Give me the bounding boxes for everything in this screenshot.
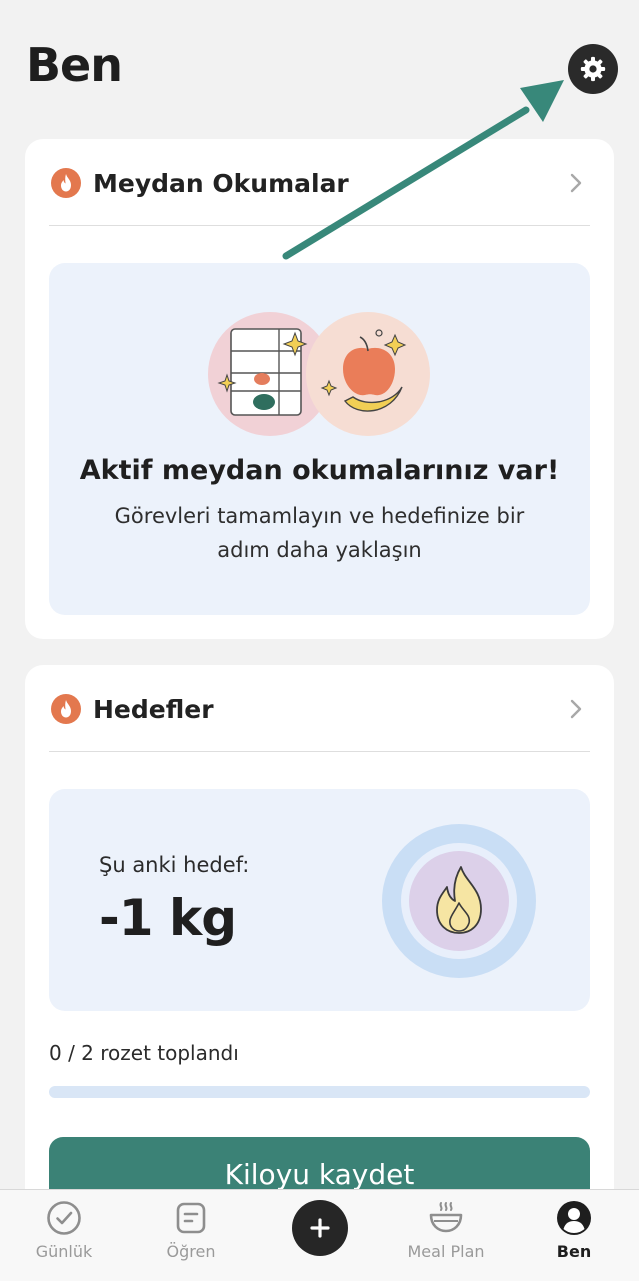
flame-icon <box>51 694 81 724</box>
goals-header[interactable]: Hedefler <box>51 691 588 727</box>
bowl-icon <box>428 1200 464 1236</box>
nav-item-profile[interactable]: Ben <box>519 1200 629 1261</box>
nav-label: Günlük <box>35 1242 93 1261</box>
plus-icon <box>310 1218 330 1238</box>
profile-icon <box>556 1200 592 1236</box>
add-button[interactable] <box>292 1200 348 1256</box>
goals-title: Hedefler <box>93 694 214 724</box>
challenges-heading: Aktif meydan okumalarınız var! <box>79 455 560 486</box>
nav-label: Meal Plan <box>407 1242 485 1261</box>
divider <box>49 751 590 752</box>
challenges-panel[interactable]: Aktif meydan okumalarınız var! Görevleri… <box>49 263 590 615</box>
fridge-fruit-illustration <box>208 312 430 436</box>
bottom-nav: Günlük Öğren Meal Plan Ben <box>0 1189 639 1281</box>
current-goal-panel[interactable]: Şu anki hedef: -1 kg <box>49 789 590 1011</box>
flame-icon <box>51 168 81 198</box>
challenges-subtitle: Görevleri tamamlayın ve hedefinize bir a… <box>114 504 525 562</box>
current-goal-value: -1 kg <box>99 889 237 947</box>
nav-label: Ben <box>556 1242 592 1261</box>
challenges-title: Meydan Okumalar <box>93 168 349 198</box>
current-goal-label: Şu anki hedef: <box>99 853 250 877</box>
nav-item-meal-plan[interactable]: Meal Plan <box>391 1200 501 1261</box>
nav-item-learn[interactable]: Öğren <box>136 1200 246 1261</box>
goal-flame-icon <box>382 824 536 978</box>
check-circle-icon <box>46 1200 82 1236</box>
badges-progress-text: 0 / 2 rozet toplandı <box>49 1041 239 1065</box>
nav-item-daily[interactable]: Günlük <box>9 1200 119 1261</box>
challenges-card: Meydan Okumalar Aktif meydan okumalarını… <box>25 139 614 639</box>
document-icon <box>173 1200 209 1236</box>
page-title: Ben <box>26 38 123 92</box>
goals-card: Hedefler Şu anki hedef: -1 kg 0 / 2 roze… <box>25 665 614 1225</box>
badges-progress-bar <box>49 1086 590 1098</box>
nav-label: Öğren <box>166 1242 216 1261</box>
gear-icon <box>580 56 606 82</box>
settings-button[interactable] <box>568 44 618 94</box>
challenges-header[interactable]: Meydan Okumalar <box>51 165 588 201</box>
chevron-right-icon[interactable] <box>564 697 588 721</box>
divider <box>49 225 590 226</box>
chevron-right-icon[interactable] <box>564 171 588 195</box>
